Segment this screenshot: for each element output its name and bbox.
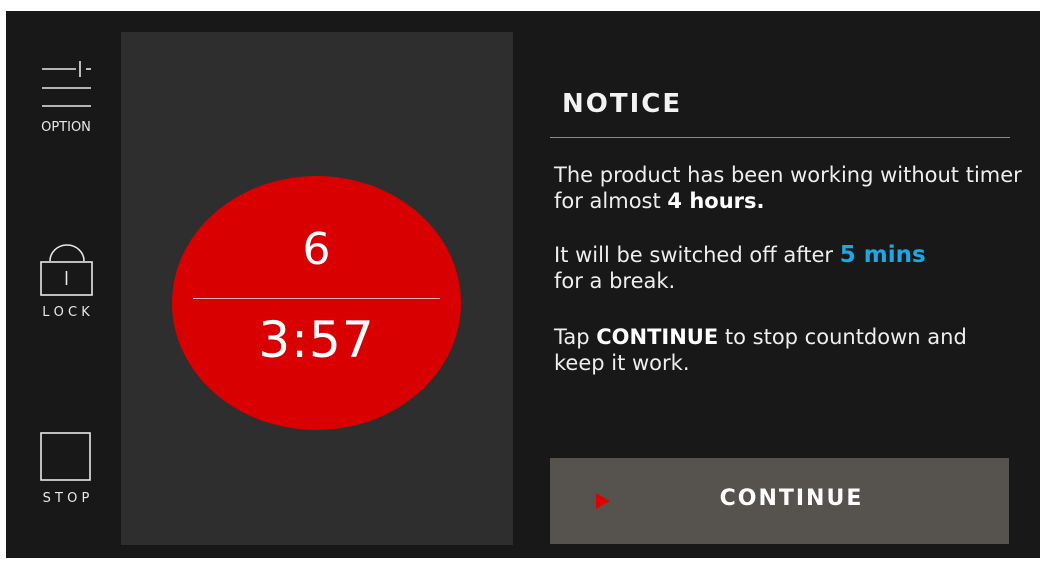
stop-icon	[40, 432, 91, 481]
notice-title: NOTICE	[562, 89, 683, 119]
notice-message-2: It will be switched off after 5 mins for…	[554, 242, 1024, 294]
message-3-prefix: Tap	[554, 325, 590, 349]
notice-divider	[550, 137, 1010, 138]
cooking-zone-dial[interactable]: 6 3:57	[172, 176, 461, 430]
dial-divider	[193, 298, 440, 299]
continue-label: CONTINUE	[719, 486, 864, 511]
stop-button[interactable]: S T O P	[24, 429, 108, 515]
remaining-time: 3:57	[258, 311, 375, 369]
lock-button[interactable]: L O C K	[24, 243, 108, 327]
message-2-text: It will be switched off after	[554, 243, 834, 267]
message-2-suffix: for a break.	[554, 269, 676, 293]
power-level: 6	[302, 224, 331, 275]
option-icon	[42, 61, 91, 107]
stop-label: S T O P	[42, 491, 90, 506]
notice-message-1: The product has been working without tim…	[554, 162, 1024, 214]
message-1-text: The product has been working without tim…	[554, 163, 1022, 213]
cooking-zone-panel: 6 3:57	[121, 32, 513, 545]
lock-icon	[40, 244, 93, 296]
hob-control-screen: OPTION L O C K S T O P 6 3:57 NOTICE The…	[6, 11, 1040, 558]
message-3-emphasis: CONTINUE	[596, 325, 719, 349]
message-2-emphasis: 5 mins	[839, 242, 926, 268]
continue-button[interactable]: CONTINUE	[550, 458, 1009, 544]
option-button[interactable]: OPTION	[24, 54, 108, 144]
message-1-emphasis: 4 hours.	[667, 189, 765, 213]
notice-message-3: Tap CONTINUE to stop countdown and keep …	[554, 324, 1024, 376]
option-label: OPTION	[41, 120, 91, 135]
lock-label: L O C K	[42, 305, 90, 320]
